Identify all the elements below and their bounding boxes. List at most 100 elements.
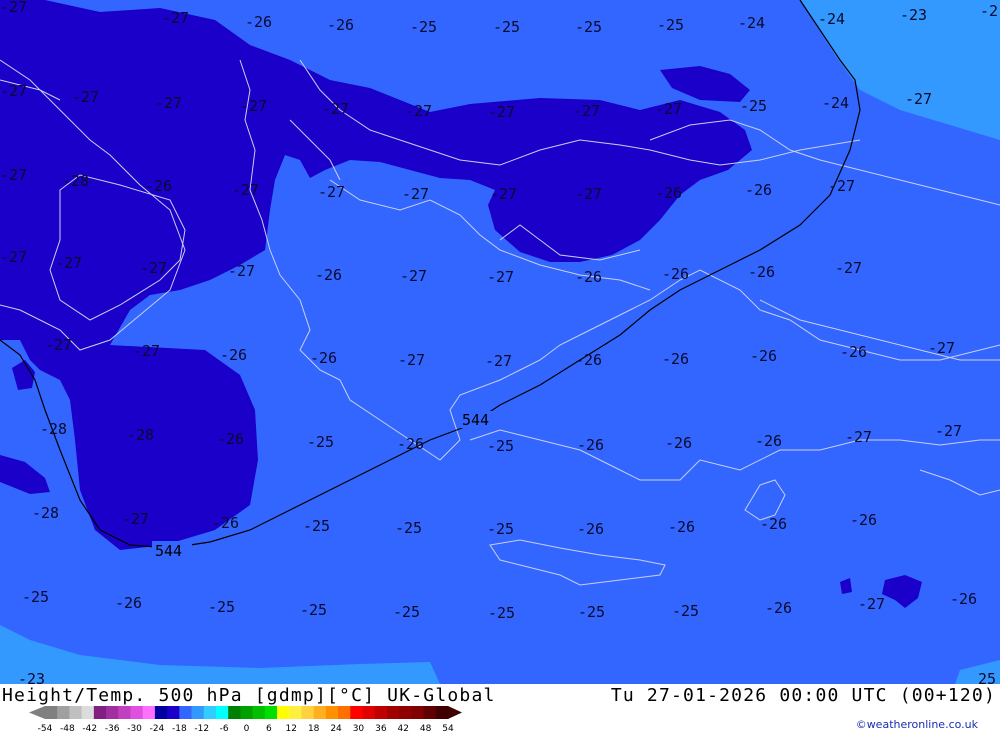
temp-value-label: -28 bbox=[127, 426, 154, 444]
colorbar-swatch bbox=[130, 706, 144, 719]
temp-value-label: -26 bbox=[575, 268, 602, 286]
temp-value-label: -24 bbox=[738, 14, 765, 32]
temp-value-label: -28 bbox=[40, 420, 67, 438]
temp-value-label: -26 bbox=[745, 181, 772, 199]
temp-value-label: -25 bbox=[672, 602, 699, 620]
temp-value-label: -26 bbox=[115, 594, 142, 612]
temp-value-label: -27 bbox=[573, 102, 600, 120]
temp-value-label: -27 bbox=[162, 9, 189, 27]
temp-value-label: -27 bbox=[400, 267, 427, 285]
colorbar-tick-label: 48 bbox=[420, 724, 432, 732]
temp-value-label: -26 bbox=[765, 599, 792, 617]
temp-value-label: -26 bbox=[662, 350, 689, 368]
temp-value-label: -28 bbox=[32, 504, 59, 522]
colorbar-swatch bbox=[301, 706, 315, 719]
temp-value-label: -25 bbox=[493, 18, 520, 36]
temp-value-label: -27 bbox=[828, 177, 855, 195]
temp-value-label: -25 bbox=[300, 601, 327, 619]
temp-value-label: -27 bbox=[398, 351, 425, 369]
temp-value-label: -27 bbox=[858, 595, 885, 613]
temp-value-label: -27 bbox=[405, 102, 432, 120]
colorbar-tick-label: -18 bbox=[172, 724, 187, 732]
temp-value-label: -27 bbox=[402, 185, 429, 203]
colorbar-swatch bbox=[118, 706, 131, 719]
colorbar-swatch bbox=[411, 706, 424, 719]
temp-value-label: -26 bbox=[850, 511, 877, 529]
temp-value-label: -26 bbox=[748, 263, 775, 281]
temp-value-label: -26 bbox=[212, 514, 239, 532]
temp-value-label: -26 bbox=[310, 349, 337, 367]
contour-label: 544 bbox=[155, 542, 182, 560]
colorbar-tick-label: -36 bbox=[105, 724, 120, 732]
temp-value-label: -27 bbox=[655, 100, 682, 118]
temp-value-label: -26 bbox=[577, 436, 604, 454]
temp-value-label: -24 bbox=[818, 10, 845, 28]
colorbar-tick-label: -54 bbox=[38, 724, 53, 732]
colorbar-ticks: -54 -48 -42 -36 -30 -24 -18 -12 -6 0 6 12 18 24 30 36 42… bbox=[38, 724, 454, 732]
temp-value-label: -27 bbox=[0, 166, 27, 184]
colorbar-tick-label: 54 bbox=[442, 724, 454, 732]
colorbar-swatch bbox=[325, 706, 339, 719]
temp-value-label: -25 bbox=[740, 97, 767, 115]
temp-value-label: -26 bbox=[397, 435, 424, 453]
temp-value-label: -27 bbox=[72, 88, 99, 106]
temp-value-label: 25 bbox=[978, 670, 996, 684]
colorbar-swatch bbox=[106, 706, 119, 719]
colorbar-swatch bbox=[191, 706, 205, 719]
colorbar-swatch bbox=[399, 706, 412, 719]
temp-value-label: -26 bbox=[315, 266, 342, 284]
colorbar-right-arrow bbox=[448, 706, 462, 719]
colorbar-tick-label: 12 bbox=[286, 724, 297, 732]
colorbar-swatch bbox=[81, 706, 95, 719]
colorbar-swatch bbox=[215, 706, 229, 719]
contour-label: 544 bbox=[462, 411, 489, 429]
colorbar-tick-label: 0 bbox=[244, 724, 250, 732]
temp-value-label: -25 bbox=[488, 604, 515, 622]
valid-time: Tu 27-01-2026 00:00 UTC (00+120) bbox=[610, 685, 996, 706]
colorbar-swatch bbox=[203, 706, 217, 719]
temp-value-label: -26 bbox=[665, 434, 692, 452]
temp-value-label: -27 bbox=[232, 181, 259, 199]
temp-value-label: -26 bbox=[245, 13, 272, 31]
temp-value-label: -26 bbox=[668, 518, 695, 536]
colorbar-left-arrow bbox=[29, 706, 45, 719]
temp-value-label: -26 bbox=[755, 432, 782, 450]
temp-value-label: -25 bbox=[208, 598, 235, 616]
temp-value-label: -27 bbox=[905, 90, 932, 108]
temp-value-label: -26 bbox=[840, 343, 867, 361]
temp-value-label: -27 bbox=[490, 185, 517, 203]
colorbar-swatches bbox=[29, 706, 462, 719]
temp-value-label: -27 bbox=[488, 103, 515, 121]
colorbar-tick-label: 24 bbox=[330, 724, 342, 732]
colorbar-tick-label: -12 bbox=[194, 724, 209, 732]
temp-value-label: -26 bbox=[575, 351, 602, 369]
temp-value-label: -27 bbox=[935, 422, 962, 440]
temp-value-label: -26 bbox=[145, 177, 172, 195]
colorbar-tick-label: 36 bbox=[375, 724, 387, 732]
temp-value-label: -27 bbox=[322, 100, 349, 118]
colorbar-swatch bbox=[435, 706, 449, 719]
credit-link[interactable]: ©weatheronline.co.uk bbox=[856, 718, 978, 731]
colorbar-tick-label: -6 bbox=[220, 724, 229, 732]
colorbar-swatch bbox=[289, 706, 302, 719]
temp-value-label: -27 bbox=[155, 94, 182, 112]
temp-value-label: -23 bbox=[900, 6, 927, 24]
temp-value-label: -24 bbox=[822, 94, 849, 112]
map-title: Height/Temp. 500 hPa [gdmp][°C] UK-Globa… bbox=[2, 685, 496, 706]
temp-value-label: -25 bbox=[22, 588, 49, 606]
temp-value-label: -2 bbox=[980, 2, 998, 20]
temp-value-label: -23 bbox=[18, 670, 45, 684]
temp-value-label: -26 bbox=[750, 347, 777, 365]
colorbar-swatch bbox=[252, 706, 266, 719]
temp-value-label: -27 bbox=[0, 248, 27, 266]
colorbar-tick-label: 42 bbox=[397, 724, 408, 732]
colorbar-swatch bbox=[167, 706, 180, 719]
colorbar-tick-label: -48 bbox=[60, 724, 75, 732]
colorbar-swatch bbox=[386, 706, 400, 719]
colorbar-tick-label: -30 bbox=[127, 724, 142, 732]
map-footer: Height/Temp. 500 hPa [gdmp][°C] UK-Globa… bbox=[0, 684, 1000, 733]
temp-value-label: -27 bbox=[928, 339, 955, 357]
colorbar-tick-label: -24 bbox=[150, 724, 165, 732]
temp-value-label: -27 bbox=[575, 185, 602, 203]
temp-value-label: -27 bbox=[0, 82, 27, 100]
